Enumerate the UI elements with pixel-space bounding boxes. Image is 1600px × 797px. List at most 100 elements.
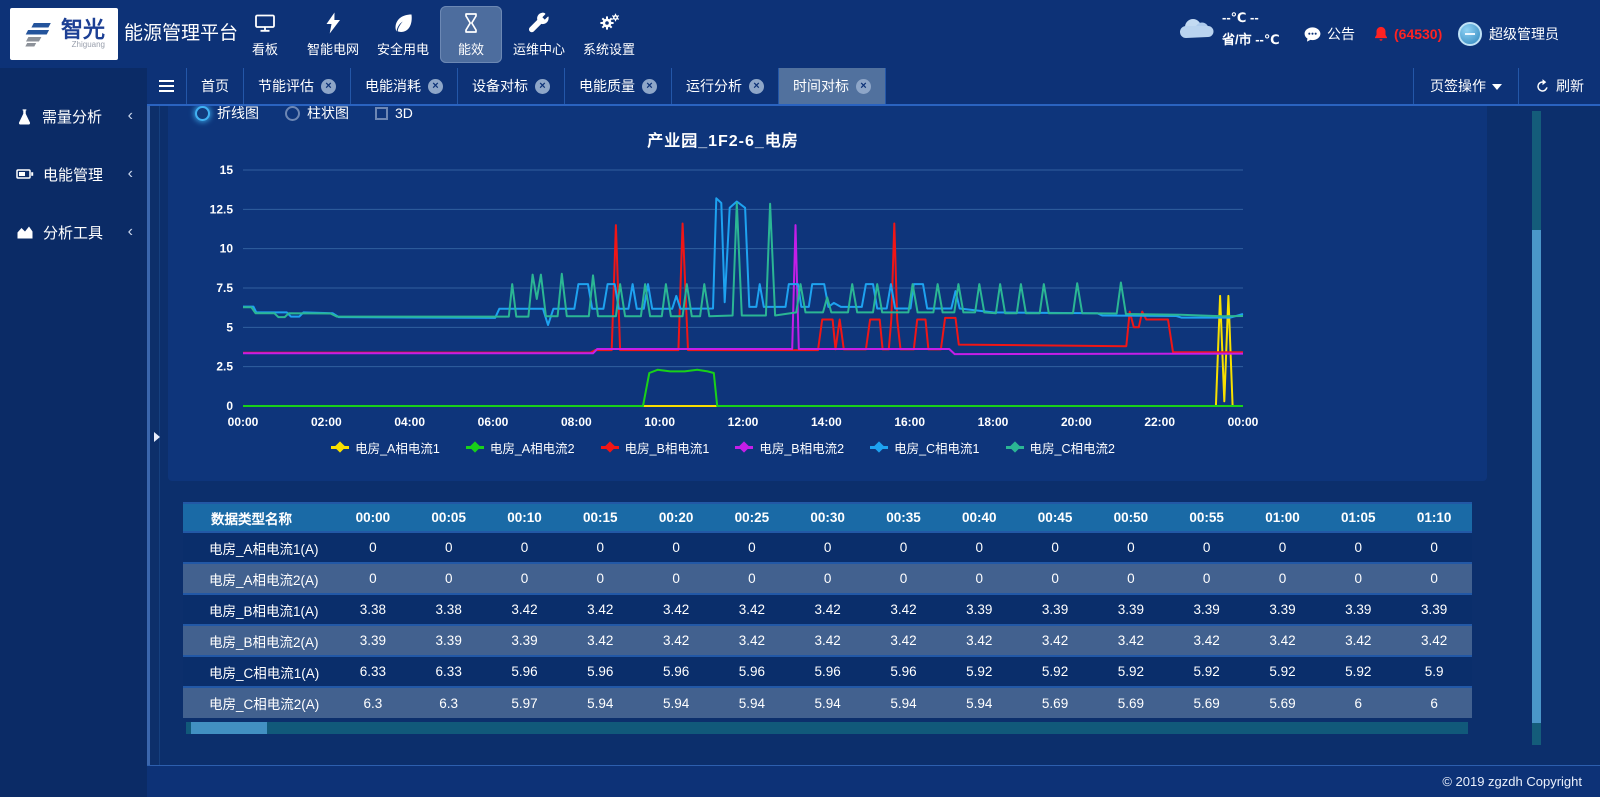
expand-arrow-icon [154, 432, 160, 442]
legend-item[interactable]: 电房_C相电流1 [870, 438, 979, 457]
value-cell: 6.3 [335, 687, 411, 718]
tab-item[interactable]: 时间对标 × [779, 68, 886, 104]
x-axis-tick-label: 10:00 [644, 415, 675, 429]
row-name-cell: 电房_B相电流1(A) [183, 594, 335, 625]
y-axis-tick-label: 12.5 [210, 202, 234, 216]
value-cell: 3.39 [941, 594, 1017, 625]
tab-item[interactable]: 节能评估 × [244, 68, 351, 104]
value-cell: 0 [714, 532, 790, 563]
tab-ops-button[interactable]: 页签操作 [1413, 68, 1518, 104]
legend-item[interactable]: 电房_B相电流1 [601, 438, 710, 457]
tab-label: 节能评估 [258, 76, 314, 96]
row-name-cell: 电房_C相电流2(A) [183, 687, 335, 718]
page-title: 能源管理平台 [124, 0, 238, 68]
value-cell: 0 [1320, 563, 1396, 594]
sidebar-item-chart-area[interactable]: 分析工具‹ [0, 210, 147, 254]
logo-text: 智光 [61, 20, 105, 40]
table-row: 电房_C相电流2(A)6.36.35.975.945.945.945.945.9… [183, 687, 1472, 718]
nav-item-lightning[interactable]: 智能电网 [300, 6, 366, 63]
chart-type-controls: 折线图 柱状图 3D [195, 106, 413, 123]
chevron-left-icon: ‹ [128, 107, 133, 125]
table-header-cell: 00:40 [941, 503, 1017, 532]
value-cell: 5.69 [1245, 687, 1321, 718]
value-cell: 0 [1169, 532, 1245, 563]
refresh-icon [1535, 79, 1550, 94]
tab-item[interactable]: 首页 [187, 68, 244, 104]
table-header-cell: 01:00 [1245, 503, 1321, 532]
legend-marker-icon [601, 443, 619, 452]
tab-close-icon[interactable]: × [535, 79, 550, 94]
tab-label: 时间对标 [793, 76, 849, 96]
footer: © 2019 zgzdh Copyright [147, 765, 1600, 797]
legend-marker-icon [466, 443, 484, 452]
nav-item-monitor[interactable]: 看板 [234, 6, 296, 63]
y-axis-tick-label: 0 [226, 399, 233, 413]
nav-item-gears[interactable]: 系统设置 [576, 6, 642, 63]
value-cell: 3.42 [866, 594, 942, 625]
legend-label: 电房_C相电流2 [1030, 438, 1115, 457]
value-cell: 0 [1396, 563, 1472, 594]
horizontal-scrollbar[interactable] [186, 722, 1468, 734]
vertical-scrollbar-thumb[interactable] [1532, 230, 1541, 723]
app-logo[interactable]: 智光 Zhiguang [10, 8, 118, 60]
nav-item-wrench[interactable]: 运维中心 [506, 6, 572, 63]
value-cell: 3.42 [1245, 625, 1321, 656]
value-cell: 0 [866, 563, 942, 594]
sidebar-collapse-handle[interactable] [147, 106, 160, 765]
horizontal-scrollbar-thumb[interactable] [191, 722, 267, 734]
legend-item[interactable]: 电房_A相电流2 [466, 438, 575, 457]
value-cell: 3.42 [1017, 625, 1093, 656]
value-cell: 3.39 [487, 625, 563, 656]
avatar [1458, 22, 1482, 46]
tab-close-icon[interactable]: × [321, 79, 336, 94]
tab-item[interactable]: 电能质量× [565, 68, 672, 104]
tab-item[interactable]: 设备对标× [458, 68, 565, 104]
chat-bubble-icon [1303, 25, 1322, 44]
tab-close-icon[interactable]: × [428, 79, 443, 94]
x-axis-tick-label: 18:00 [978, 415, 1009, 429]
alarm-count: (64530) [1394, 26, 1442, 42]
value-cell: 5.96 [714, 656, 790, 687]
value-cell: 5.94 [562, 687, 638, 718]
tab-item[interactable]: 电能消耗× [351, 68, 458, 104]
legend-marker-icon [735, 443, 753, 452]
vertical-scrollbar[interactable] [1532, 111, 1541, 745]
chart-type-radio-line[interactable]: 折线图 [195, 106, 259, 123]
alarm-button[interactable]: (64530) [1372, 24, 1442, 44]
legend-label: 电房_B相电流2 [759, 438, 844, 457]
nav-item-hourglass[interactable]: 能效 [440, 6, 502, 63]
nav-item-leaf[interactable]: 安全用电 [370, 6, 436, 63]
tab-close-icon[interactable]: × [749, 79, 764, 94]
radio-bar-label: 柱状图 [307, 106, 349, 123]
value-cell: 3.39 [1093, 594, 1169, 625]
nav-item-label: 能效 [458, 39, 484, 58]
chart-3d-checkbox[interactable]: 3D [375, 106, 413, 121]
table-row: 电房_B相电流2(A)3.393.393.393.423.423.423.423… [183, 625, 1472, 656]
chart-title: 产业园_1F2-6_电房 [188, 127, 1258, 151]
legend-marker-icon [1006, 443, 1024, 452]
battery-icon [16, 165, 34, 183]
tab-item[interactable]: 运行分析× [672, 68, 779, 104]
value-cell: 5.96 [487, 656, 563, 687]
value-cell: 3.42 [866, 625, 942, 656]
value-cell: 5.94 [866, 687, 942, 718]
nav-item-label: 智能电网 [307, 39, 359, 58]
announcement-button[interactable]: 公告 [1303, 24, 1355, 44]
hamburger-button[interactable] [147, 68, 187, 104]
legend-item[interactable]: 电房_A相电流1 [331, 438, 440, 457]
tab-close-icon[interactable]: × [856, 79, 871, 94]
tab-close-icon[interactable]: × [642, 79, 657, 94]
row-name-cell: 电房_A相电流1(A) [183, 532, 335, 563]
sidebar-item-battery[interactable]: 电能管理‹ [0, 152, 147, 196]
legend-item[interactable]: 电房_C相电流2 [1006, 438, 1115, 457]
user-menu[interactable]: 超级管理员 [1458, 22, 1559, 46]
value-cell: 3.42 [562, 594, 638, 625]
value-cell: 3.38 [411, 594, 487, 625]
legend-item[interactable]: 电房_B相电流2 [735, 438, 844, 457]
chart-type-radio-bar[interactable]: 柱状图 [285, 106, 349, 123]
refresh-button[interactable]: 刷新 [1518, 68, 1600, 104]
weather-widget[interactable]: --℃ -- 省/市 --℃ [1180, 10, 1280, 48]
sidebar-item-flask[interactable]: 需量分析‹ [0, 94, 147, 138]
value-cell: 0 [487, 532, 563, 563]
sidebar-item-label: 需量分析 [42, 106, 128, 127]
